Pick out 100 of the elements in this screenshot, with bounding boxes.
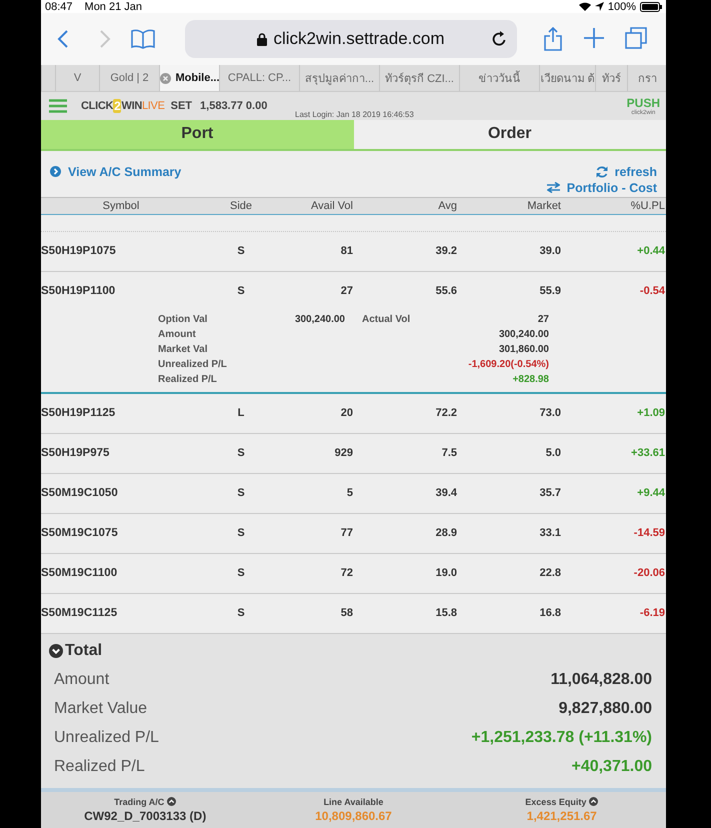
push-button[interactable]: PUSH: [626, 96, 660, 109]
share-icon[interactable]: [543, 27, 563, 52]
hamburger-menu-icon[interactable]: [49, 99, 67, 114]
symbol-cell[interactable]: S50M19C1075: [41, 527, 201, 540]
table-cell-text: 33.1: [538, 527, 561, 540]
table-cell-text: 81: [340, 245, 353, 258]
tabs-overview-icon[interactable]: [625, 27, 647, 50]
browser-tab[interactable]: Mobile...: [159, 65, 219, 92]
wifi-icon: [578, 2, 591, 12]
table-cell-text: S: [236, 245, 246, 258]
plus-icon[interactable]: [583, 27, 605, 50]
clock-time: 08:47: [45, 0, 73, 13]
swap-arrows-icon: [546, 182, 560, 194]
table-cell-text: +0.44: [636, 245, 665, 258]
bookmarks-book-icon[interactable]: [131, 29, 155, 50]
detail-label: Option Val: [158, 312, 208, 327]
table-cell-text: S: [236, 447, 246, 460]
table-cell-text: 39.2: [434, 245, 457, 258]
table-cell-text: 15.8: [434, 607, 457, 620]
table-cell-text: S: [236, 487, 246, 500]
table-cell-text: 55.9: [538, 285, 561, 298]
date-text: Mon 21 Jan: [84, 0, 142, 13]
detail-value: +828.98: [512, 373, 549, 388]
browser-tab[interactable]: เวียดนาม ต้: [539, 65, 595, 92]
table-cell-text: 28.9: [434, 527, 457, 540]
table-cell-text: 58: [340, 607, 353, 620]
total-label: Realized P/L: [54, 758, 145, 776]
table-cell-text: 55.6: [434, 285, 457, 298]
reload-icon[interactable]: [492, 31, 507, 48]
browser-tab[interactable]: สรุปมูลค่ากา...: [299, 65, 379, 92]
table-cell-text: S: [236, 567, 246, 580]
address-bar[interactable]: click2win.settrade.com: [185, 20, 517, 58]
symbol-cell[interactable]: S50H19P1075: [41, 245, 201, 258]
table-cell-text: 77: [340, 527, 353, 540]
table-cell-text: L: [236, 407, 246, 420]
symbol-cell[interactable]: S50M19C1100: [41, 567, 201, 580]
footer-label: Trading A/C: [114, 796, 164, 807]
portfolio-cost-toggle[interactable]: Portfolio - Cost: [546, 180, 657, 195]
detail-value: 300,240.00: [498, 328, 549, 342]
browser-tab[interactable]: กรา: [627, 65, 666, 92]
index-name: SET: [170, 100, 192, 112]
browser-tab[interactable]: V: [55, 65, 99, 92]
table-cell-text: 19.0: [434, 567, 457, 580]
total-heading: Total: [65, 642, 102, 660]
table-cell-text: 39.4: [434, 487, 457, 500]
browser-tab[interactable]: ข่าววันนี้: [459, 65, 539, 92]
detail-value: 300,240.00: [294, 312, 345, 327]
total-label: Amount: [54, 671, 110, 690]
column-header: Market: [526, 200, 561, 212]
total-value: +1,251,233.78 (+11.31%): [471, 729, 652, 748]
column-header: Symbol: [102, 200, 140, 212]
table-cell-text: 22.8: [538, 567, 561, 580]
table-cell-text: 39.0: [538, 245, 561, 258]
back-chevron-icon[interactable]: [57, 29, 69, 50]
browser-tab[interactable]: ทัวร์ตุรกี CZI...: [379, 65, 459, 92]
total-label: Market Value: [54, 700, 148, 718]
location-arrow-icon: [594, 2, 604, 12]
battery-percent: 100%: [608, 0, 636, 13]
chevron-up-circle-icon[interactable]: [167, 797, 176, 806]
detail-label: Unrealized P/L: [158, 358, 228, 372]
symbol-cell[interactable]: S50H19P975: [41, 447, 201, 460]
chevron-down-circle-icon[interactable]: [49, 644, 63, 658]
table-cell-text: 27: [340, 285, 353, 298]
detail-value: -1,609.20(-0.54%): [467, 358, 549, 372]
refresh-icon: [596, 166, 608, 178]
table-cell-text: -20.06: [632, 567, 665, 580]
detail-label: Market Val: [158, 342, 208, 357]
refresh-link[interactable]: refresh: [596, 164, 657, 179]
table-cell-text: 73.0: [538, 407, 561, 420]
symbol-cell[interactable]: S50H19P1100: [41, 285, 201, 298]
table-cell-text: +33.61: [630, 447, 665, 460]
table-cell-text: -6.19: [638, 607, 665, 620]
footer-label: Excess Equity: [525, 796, 586, 807]
total-value: 11,064,828.00: [550, 671, 652, 690]
browser-tab[interactable]: ทัวร์: [595, 65, 627, 92]
column-header: %U.PL: [630, 200, 665, 212]
table-cell-text: 72.2: [434, 407, 457, 420]
main-tab[interactable]: Port: [41, 120, 354, 149]
symbol-cell[interactable]: S50M19C1050: [41, 487, 201, 500]
view-summary-link[interactable]: View A/C Summary: [50, 164, 182, 179]
battery-icon: [640, 2, 662, 12]
table-cell-text: S: [236, 607, 246, 620]
symbol-cell[interactable]: S50H19P1125: [41, 407, 201, 420]
table-cell-text: 20: [340, 407, 353, 420]
column-header: Avail Vol: [310, 200, 353, 212]
detail-value: 301,860.00: [498, 342, 549, 357]
app-logo: CLICK2WINLIVE: [81, 99, 165, 114]
table-cell-text: 929: [334, 447, 353, 460]
url-text: click2win.settrade.com: [273, 29, 444, 50]
footer-value: 1,421,251.67: [526, 808, 597, 823]
table-cell-text: S: [236, 285, 246, 298]
column-header: Avg: [437, 200, 457, 212]
detail-label: Realized P/L: [158, 373, 218, 388]
index-value: 1,583.77 0.00: [200, 100, 268, 112]
detail-label: Actual Vol: [362, 312, 412, 327]
browser-tab[interactable]: CPALL: CP...: [219, 65, 299, 92]
symbol-cell[interactable]: S50M19C1125: [41, 607, 201, 620]
chevron-up-circle-icon[interactable]: [589, 797, 598, 806]
close-icon[interactable]: [160, 72, 170, 84]
padlock-icon: [257, 32, 268, 46]
